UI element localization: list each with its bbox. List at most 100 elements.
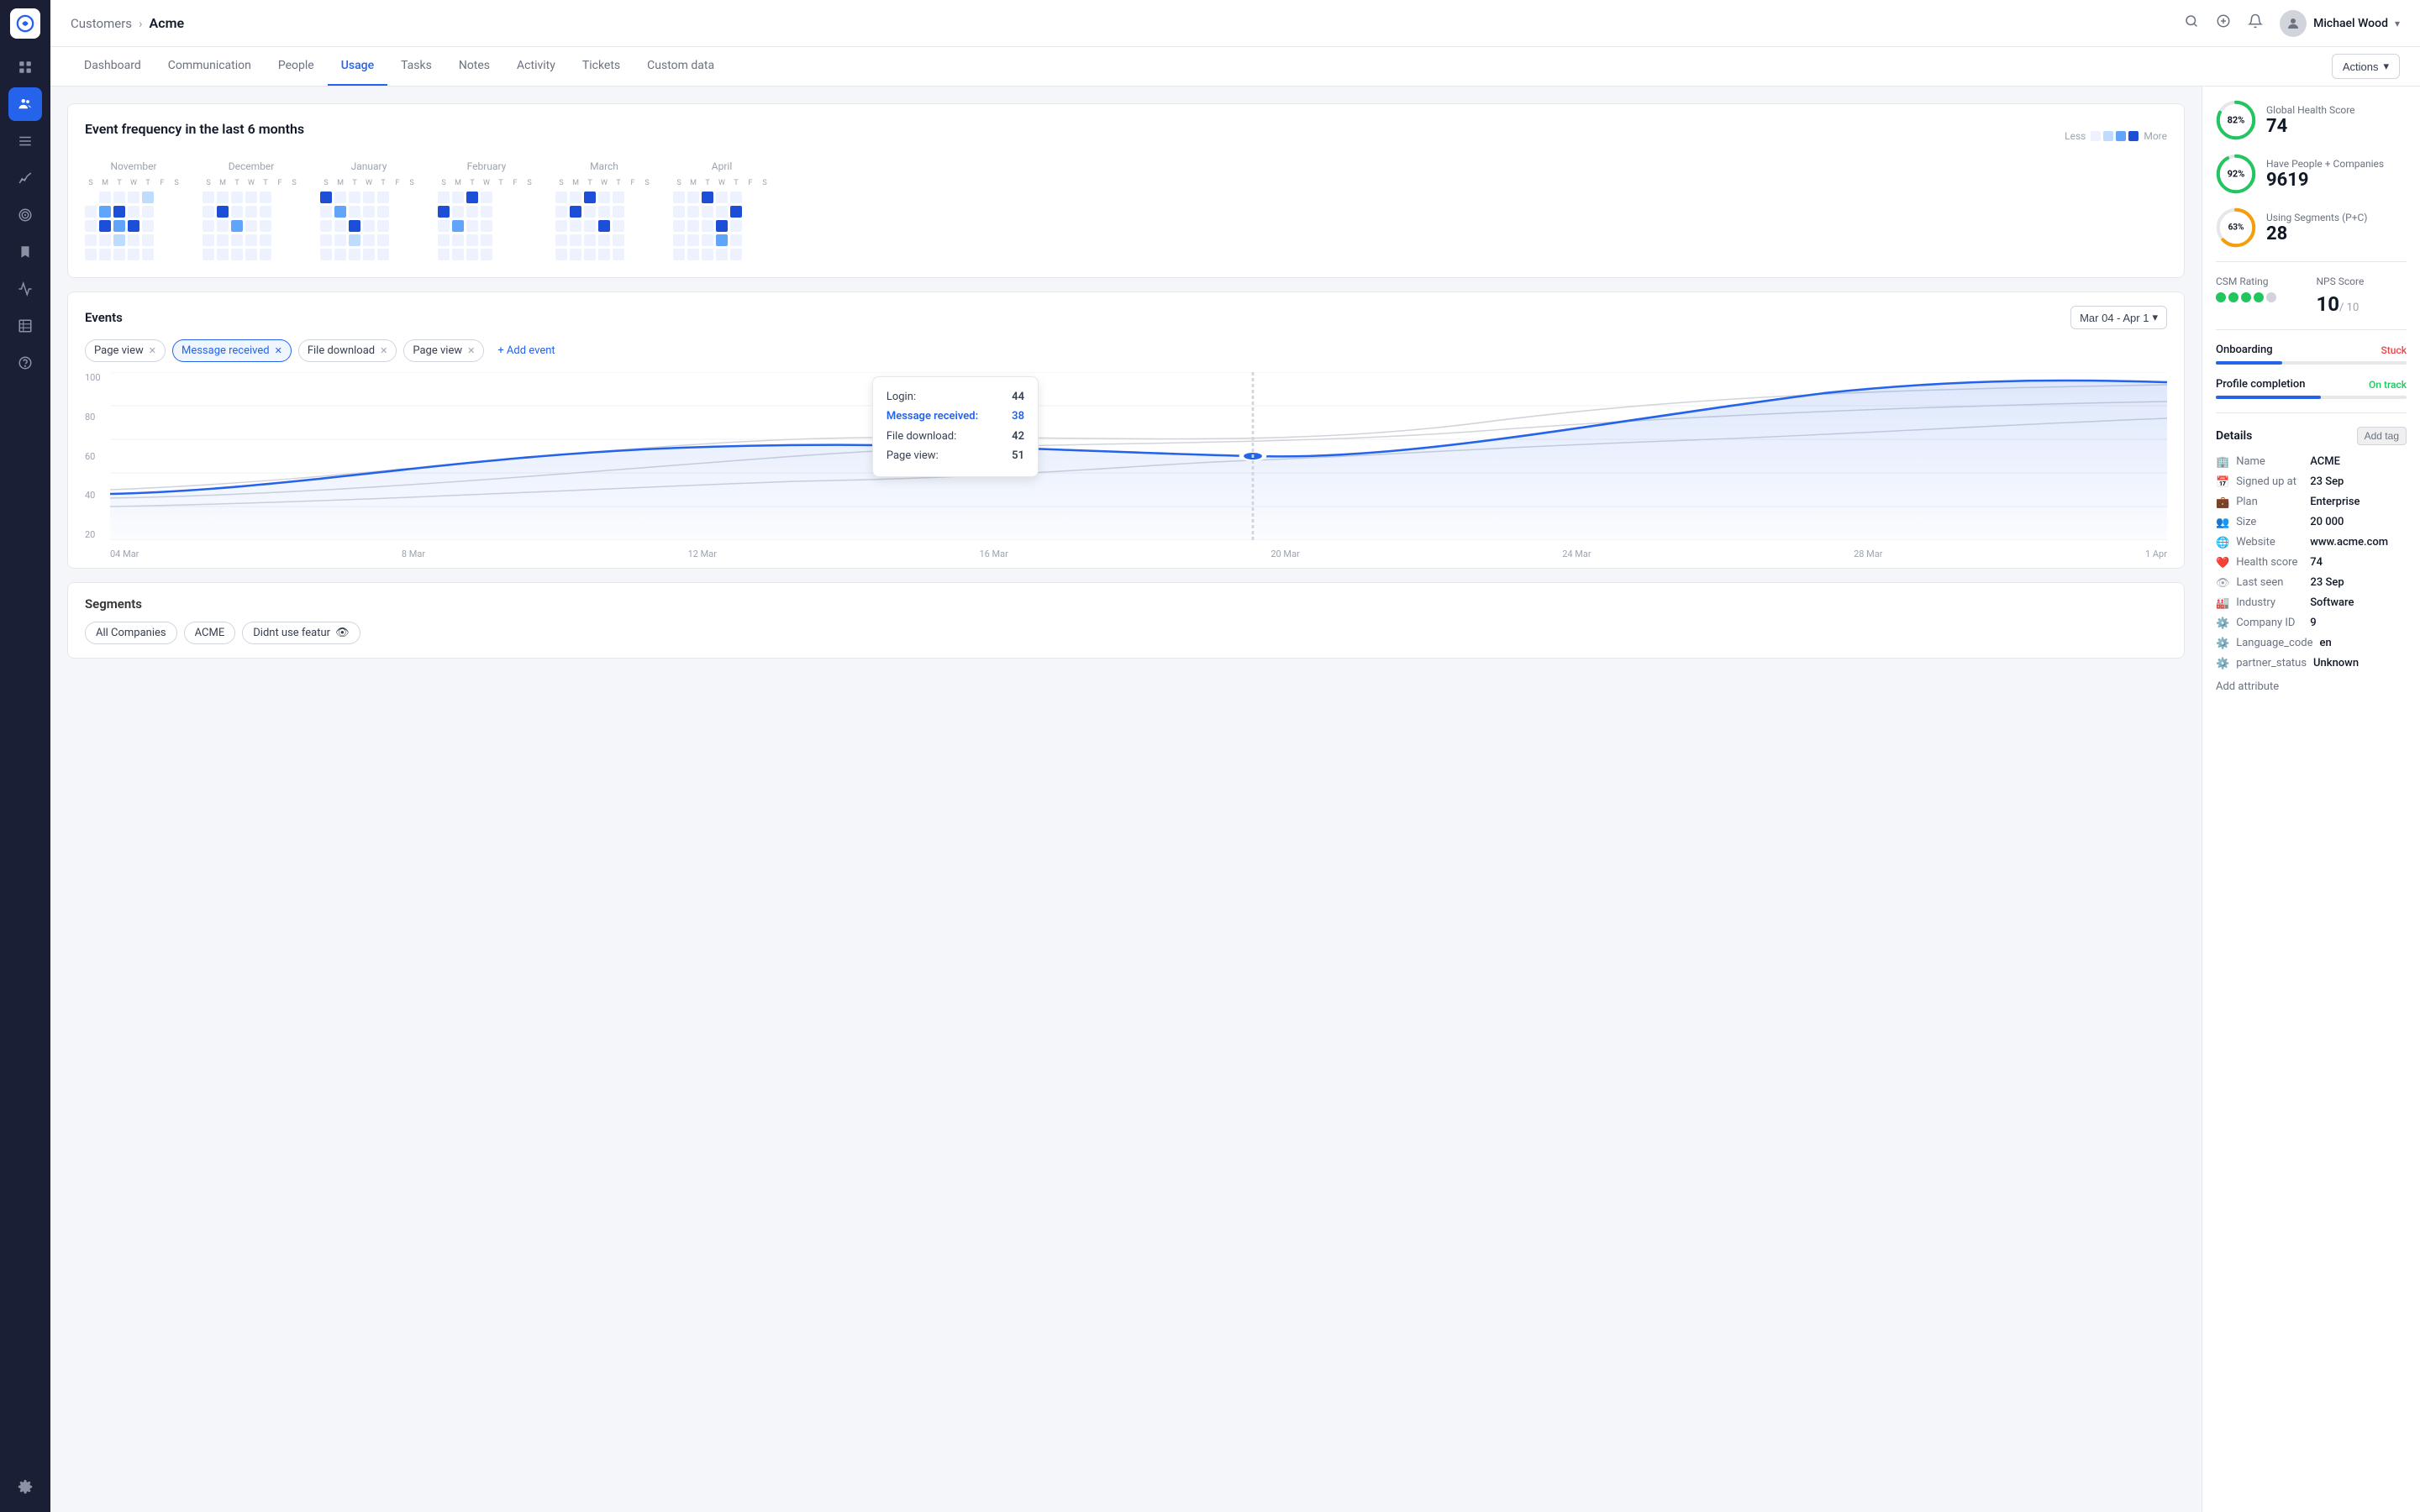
filter-close-icon[interactable]: ✕ bbox=[380, 345, 387, 356]
x-label-04mar: 04 Mar bbox=[110, 549, 139, 559]
filter-close-icon[interactable]: ✕ bbox=[275, 345, 282, 356]
chart-tooltip: Login: 44 Message received: 38 File down… bbox=[872, 376, 1039, 477]
using-segments-label: Using Segments (P+C) bbox=[2266, 212, 2367, 223]
globe-icon: 🌐 bbox=[2216, 537, 2229, 549]
detail-size: 👥 Size 20 000 bbox=[2216, 516, 2407, 529]
heatmap-month-november: November SMTWTFS bbox=[85, 160, 182, 260]
user-menu[interactable]: Michael Wood ▾ bbox=[2280, 10, 2400, 37]
detail-company-id: ⚙️ Company ID 9 bbox=[2216, 617, 2407, 630]
tab-dashboard[interactable]: Dashboard bbox=[71, 47, 155, 86]
have-people-label: Have People + Companies bbox=[2266, 158, 2384, 170]
sidebar-item-target[interactable] bbox=[8, 198, 42, 232]
tab-usage[interactable]: Usage bbox=[328, 47, 387, 86]
x-label-1apr: 1 Apr bbox=[2145, 549, 2167, 559]
segment-didnt-use[interactable]: Didnt use featur 👁 bbox=[242, 622, 360, 644]
csm-label: CSM Rating bbox=[2216, 276, 2307, 287]
sidebar-item-chart[interactable] bbox=[8, 161, 42, 195]
chart-svg bbox=[110, 372, 2167, 540]
search-icon[interactable] bbox=[2184, 13, 2199, 33]
segments-title: Segments bbox=[85, 596, 2167, 612]
tab-people[interactable]: People bbox=[265, 47, 328, 86]
add-attribute-button[interactable]: Add attribute bbox=[2216, 677, 2407, 696]
have-people-score: 92% Have People + Companies 9619 bbox=[2216, 154, 2407, 194]
y-label-80: 80 bbox=[85, 412, 101, 423]
filter-message-received[interactable]: Message received ✕ bbox=[172, 339, 292, 362]
tab-communication[interactable]: Communication bbox=[155, 47, 265, 86]
sidebar-item-grid[interactable] bbox=[8, 50, 42, 84]
detail-partner-status: ⚙️ partner_status Unknown bbox=[2216, 657, 2407, 670]
y-label-20: 20 bbox=[85, 529, 101, 540]
nps-value: 10 bbox=[2317, 292, 2340, 316]
tooltip-message-val: 38 bbox=[1012, 407, 1024, 426]
heatmap-month-january: January SMTWTFS bbox=[320, 160, 418, 260]
tab-activity[interactable]: Activity bbox=[503, 47, 569, 86]
segment-all-companies[interactable]: All Companies bbox=[85, 622, 177, 644]
y-label-40: 40 bbox=[85, 490, 101, 501]
people-icon: 👥 bbox=[2216, 517, 2229, 529]
x-label-16mar: 16 Mar bbox=[979, 549, 1007, 559]
tooltip-page-label: Page view: bbox=[886, 446, 939, 465]
csm-dot-5 bbox=[2266, 292, 2276, 302]
sidebar-item-bookmark[interactable] bbox=[8, 235, 42, 269]
segments-card: Segments All Companies ACME Didnt use fe… bbox=[67, 582, 2185, 659]
profile-completion-label: Profile completion bbox=[2216, 378, 2306, 391]
profile-completion-bar bbox=[2216, 396, 2407, 399]
sidebar-item-activity[interactable] bbox=[8, 272, 42, 306]
add-icon[interactable] bbox=[2216, 13, 2231, 33]
tab-notes[interactable]: Notes bbox=[445, 47, 503, 86]
detail-signed-up: 📅 Signed up at 23 Sep bbox=[2216, 475, 2407, 489]
add-tag-button[interactable]: Add tag bbox=[2357, 427, 2407, 445]
gear-partner-icon: ⚙️ bbox=[2216, 658, 2229, 670]
tab-tasks[interactable]: Tasks bbox=[387, 47, 445, 86]
detail-website: 🌐 Website www.acme.com bbox=[2216, 536, 2407, 549]
using-segments-value: 28 bbox=[2266, 225, 2367, 244]
csm-dot-2 bbox=[2228, 292, 2238, 302]
filter-file-download[interactable]: File download ✕ bbox=[298, 339, 397, 362]
user-name: Michael Wood bbox=[2313, 17, 2388, 30]
sidebar-item-people[interactable] bbox=[8, 87, 42, 121]
tooltip-login-label: Login: bbox=[886, 387, 916, 407]
nps-max: / 10 bbox=[2339, 302, 2359, 314]
eye-icon: 👁 bbox=[335, 627, 350, 639]
sidebar-item-help[interactable] bbox=[8, 346, 42, 380]
onboarding-progress-bar bbox=[2216, 361, 2407, 365]
y-label-60: 60 bbox=[85, 451, 101, 462]
details-title: Details bbox=[2216, 429, 2252, 443]
factory-icon: 🏭 bbox=[2216, 597, 2229, 610]
sidebar-item-table[interactable] bbox=[8, 309, 42, 343]
x-label-28mar: 28 Mar bbox=[1854, 549, 1882, 559]
add-event-button[interactable]: + Add event bbox=[491, 339, 561, 362]
heatmap-title: Event frequency in the last 6 months bbox=[85, 121, 304, 137]
heatmap-month-december: December SMTWTFS bbox=[203, 160, 300, 260]
heatmap-month-april: April SMTWTFS bbox=[673, 160, 771, 260]
building-icon: 🏢 bbox=[2216, 456, 2229, 469]
tab-custom-data[interactable]: Custom data bbox=[634, 47, 728, 86]
notification-icon[interactable] bbox=[2248, 13, 2263, 33]
sidebar-item-list[interactable] bbox=[8, 124, 42, 158]
actions-button[interactable]: Actions ▾ bbox=[2332, 54, 2400, 79]
global-health-value: 74 bbox=[2266, 118, 2355, 136]
filter-page-view-1[interactable]: Page view ✕ bbox=[85, 339, 166, 362]
filter-close-icon[interactable]: ✕ bbox=[467, 345, 475, 356]
tooltip-file-val: 42 bbox=[1012, 427, 1024, 446]
tab-tickets[interactable]: Tickets bbox=[569, 47, 634, 86]
using-segments-circle: 63% bbox=[2216, 207, 2256, 248]
filter-page-view-2[interactable]: Page view ✕ bbox=[403, 339, 484, 362]
segment-acme[interactable]: ACME bbox=[184, 622, 236, 644]
tab-bar: Dashboard Communication People Usage Tas… bbox=[50, 47, 2420, 87]
detail-plan: 💼 Plan Enterprise bbox=[2216, 496, 2407, 509]
breadcrumb-separator: › bbox=[139, 16, 143, 31]
x-label-24mar: 24 Mar bbox=[1562, 549, 1591, 559]
have-people-value: 9619 bbox=[2266, 171, 2384, 190]
filter-close-icon[interactable]: ✕ bbox=[149, 345, 156, 356]
sidebar-item-settings[interactable] bbox=[8, 1470, 42, 1504]
date-range-button[interactable]: Mar 04 - Apr 1 ▾ bbox=[2070, 306, 2167, 329]
calendar-icon: 📅 bbox=[2216, 476, 2229, 489]
breadcrumb-customers[interactable]: Customers bbox=[71, 16, 132, 31]
app-logo[interactable] bbox=[10, 8, 40, 39]
onboarding-status: Stuck bbox=[2381, 344, 2407, 356]
detail-health-score: ❤️ Health score 74 bbox=[2216, 556, 2407, 570]
y-label-100: 100 bbox=[85, 372, 101, 383]
heatmap-month-february: February SMTWTFS bbox=[438, 160, 535, 260]
tooltip-page-val: 51 bbox=[1012, 446, 1024, 465]
